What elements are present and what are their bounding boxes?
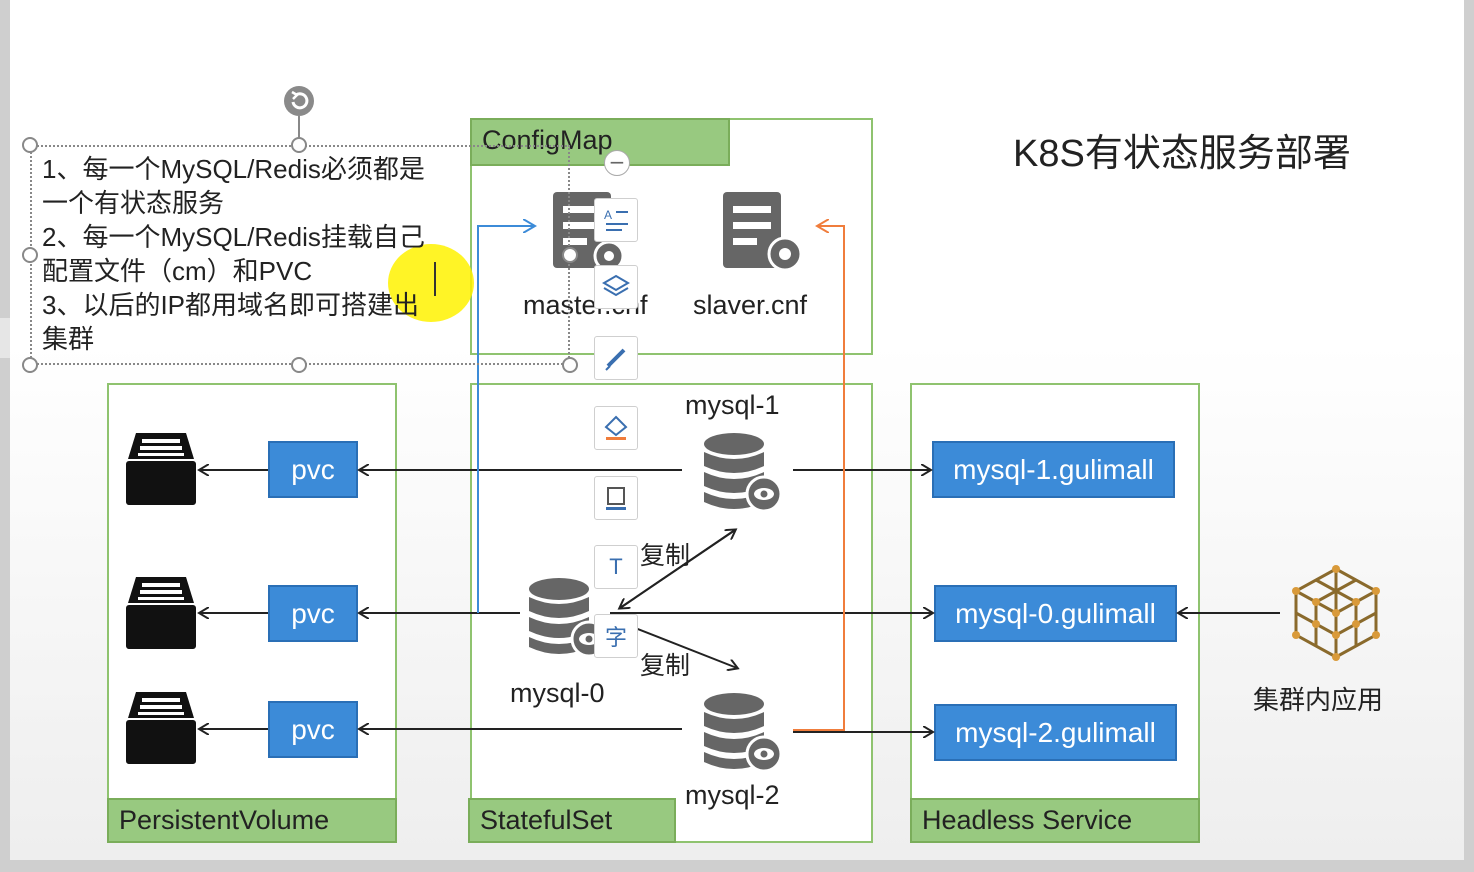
rotate-handle-icon[interactable] xyxy=(284,86,314,116)
layers-icon[interactable] xyxy=(594,265,638,309)
svg-text:A: A xyxy=(604,208,612,222)
resize-handle-bottom[interactable] xyxy=(291,357,307,373)
text-style-icon[interactable]: A xyxy=(594,198,638,242)
note-line: 一个有状态服务 xyxy=(42,188,225,218)
resize-handle-right[interactable] xyxy=(562,247,578,263)
note-line: 2、每一个MySQL/Redis挂载自己 xyxy=(42,222,425,252)
resize-handle-bottom-left[interactable] xyxy=(22,357,38,373)
note-line: 1、每一个MySQL/Redis必须都是 xyxy=(42,154,425,184)
pen-icon[interactable] xyxy=(594,336,638,380)
outline-icon[interactable] xyxy=(594,476,638,520)
resize-handle-left[interactable] xyxy=(22,247,38,263)
translate-icon[interactable]: 字 xyxy=(594,614,638,658)
note-line: 配置文件（cm）和PVC xyxy=(42,256,313,286)
note-line: 集群 xyxy=(42,324,95,354)
collapse-toolbar-icon[interactable]: − xyxy=(604,150,630,176)
slide-canvas: K8S有状态服务部署 ConfigMap master.cnf slaver.c… xyxy=(10,0,1464,860)
left-scroll-handle[interactable] xyxy=(0,318,10,358)
translate-glyph: 字 xyxy=(604,626,627,651)
text-box-icon[interactable]: T xyxy=(594,545,638,589)
resize-handle-bottom-right[interactable] xyxy=(562,357,578,373)
text-cursor-icon xyxy=(434,262,436,296)
note-text[interactable]: 1、每一个MySQL/Redis必须都是 一个有状态服务 2、每一个MySQL/… xyxy=(42,152,462,356)
resize-handle-top-left[interactable] xyxy=(22,137,38,153)
connector-layer xyxy=(10,0,1280,860)
rotate-handle-stem xyxy=(298,116,300,138)
text-box-glyph: T xyxy=(609,554,623,579)
note-line: 3、以后的IP都用域名即可搭建出 xyxy=(42,290,420,320)
fill-icon[interactable] xyxy=(594,406,638,450)
resize-handle-top[interactable] xyxy=(291,137,307,153)
